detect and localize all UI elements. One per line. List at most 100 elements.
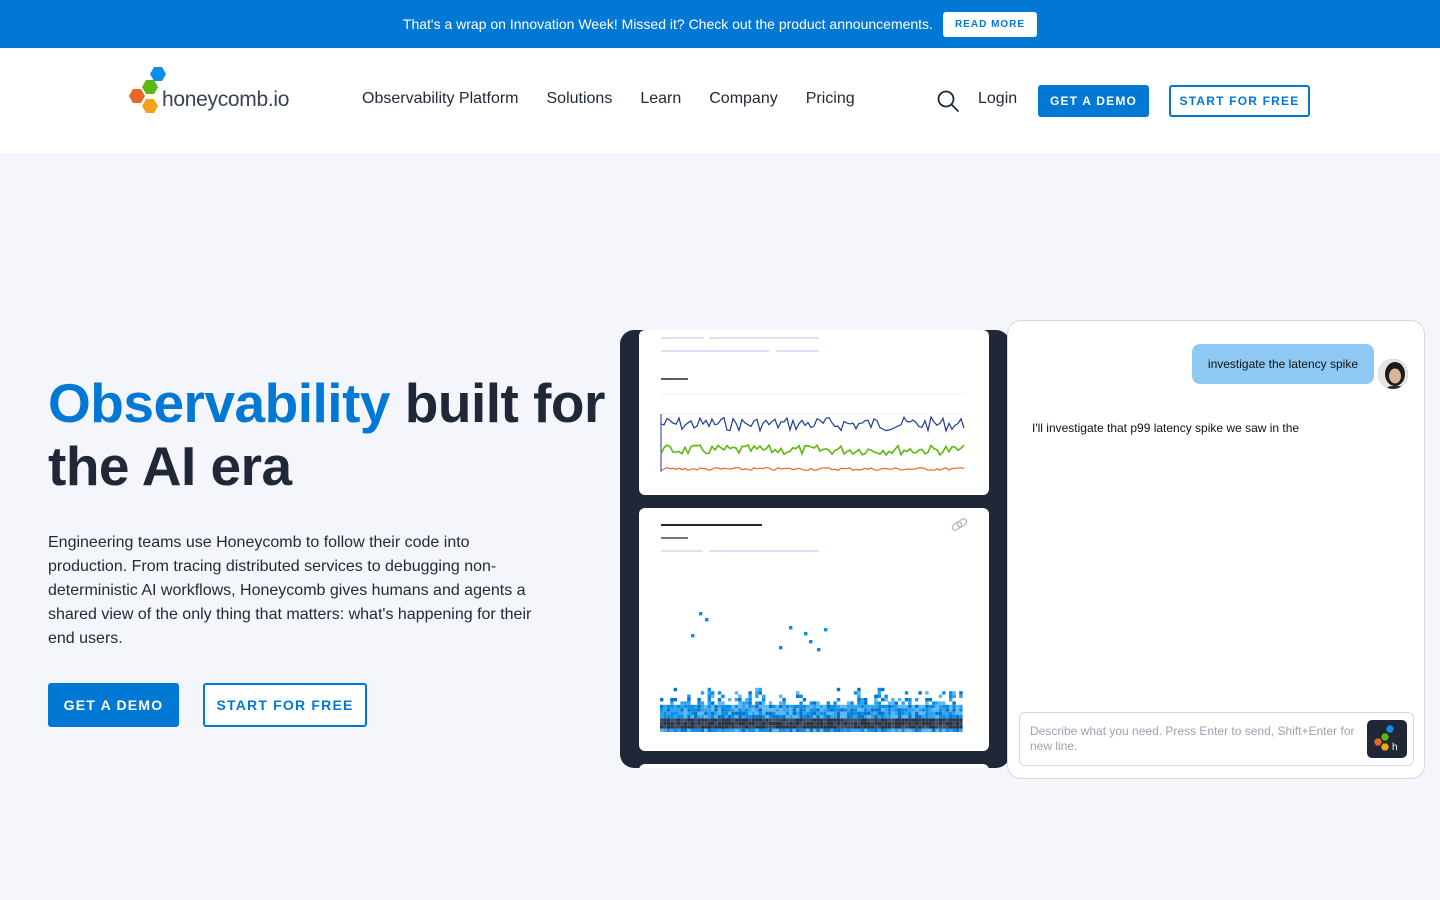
chat-input[interactable]: Describe what you need. Press Enter to s… (1019, 712, 1414, 766)
header-start-free-button[interactable]: START FOR FREE (1169, 85, 1310, 117)
heatmap-cell (925, 725, 929, 729)
heatmap-cell (877, 718, 881, 722)
heatmap-cell (666, 708, 671, 712)
heatmap-cell (663, 711, 667, 715)
heatmap-cell (925, 708, 929, 712)
heatmap-cell (796, 694, 800, 698)
heatmap-cell (751, 721, 756, 726)
heatmap-cell (830, 728, 834, 732)
nav-observability-platform[interactable]: Observability Platform (362, 90, 519, 108)
link-icon[interactable] (951, 518, 968, 532)
heatmap-cell (826, 718, 830, 722)
heatmap-cell (918, 728, 922, 732)
heatmap-cell (911, 721, 915, 726)
heatmap-cell (877, 708, 881, 712)
heatmap-cell (728, 725, 732, 729)
heatmap-cell (802, 711, 807, 715)
heatmap-cell (700, 708, 705, 712)
nav-company[interactable]: Company (709, 90, 777, 108)
heatmap-cell (670, 698, 674, 702)
heatmap-cell (867, 715, 871, 719)
heatmap-cell (751, 708, 756, 712)
heatmap-cell (704, 718, 708, 722)
heatmap-cell (694, 711, 698, 715)
heatmap-cell (762, 721, 766, 726)
heatmap-cell (881, 698, 885, 702)
honeycomb-logo[interactable]: honeycomb.io (128, 64, 308, 118)
heatmap-cell (734, 718, 739, 722)
heatmap-cell (915, 715, 919, 719)
heatmap-cell (901, 715, 905, 719)
search-icon[interactable] (936, 89, 960, 113)
heatmap-cell (680, 728, 684, 732)
heatmap-cell (938, 711, 943, 715)
heatmap-cell (721, 708, 725, 712)
heatmap-cell (840, 708, 844, 712)
nav-solutions[interactable]: Solutions (547, 90, 613, 108)
heatmap-cell (745, 708, 749, 712)
heatmap-cell (921, 711, 926, 715)
heatmap-cell (881, 715, 885, 719)
heatmap-cell (700, 715, 705, 719)
heatmap-cell (782, 721, 786, 726)
heatmap-cell (802, 725, 807, 729)
heatmap-cell (666, 715, 671, 719)
nav-pricing[interactable]: Pricing (806, 90, 855, 108)
heatmap-cell (758, 704, 762, 709)
heatmap-cell (938, 694, 943, 698)
heatmap-cell (949, 711, 953, 715)
heatmap-cell (806, 725, 810, 729)
heatmap-cell (959, 728, 963, 732)
hero-start-free-button[interactable]: START FOR FREE (203, 683, 367, 727)
heatmap-cell (707, 711, 711, 715)
heatmap-cell (660, 728, 664, 732)
ai-chat-panel: investigate the latency spike I'll inves… (1007, 320, 1425, 779)
heatmap-cell (860, 721, 864, 726)
series-line-blue (660, 415, 965, 433)
heatmap-cell (765, 704, 769, 709)
heatmap-cell (690, 715, 694, 719)
heatmap-cell (864, 718, 868, 722)
heatmap-cell (738, 715, 742, 719)
heatmap-cell (741, 715, 745, 719)
heatmap-cell (847, 704, 851, 709)
hero-title-accent: Observability (48, 372, 390, 434)
heatmap-cell (853, 711, 858, 715)
heatmap-cell (779, 708, 783, 712)
heatmap-cell (928, 715, 932, 719)
heatmap-cell (772, 704, 776, 709)
send-button[interactable]: h (1367, 720, 1407, 758)
read-more-button[interactable]: READ MORE (942, 11, 1038, 37)
heatmap-cell (921, 715, 926, 719)
nav-learn[interactable]: Learn (640, 90, 681, 108)
heatmap-cell (789, 718, 793, 722)
user-avatar (1376, 357, 1410, 391)
heatmap-cell (864, 725, 868, 729)
heatmap-cell (762, 711, 766, 715)
heatmap-cell (785, 708, 790, 712)
login-link[interactable]: Login (978, 90, 1017, 108)
heatmap-cell (789, 711, 793, 715)
heatmap-cell (792, 711, 796, 715)
heatmap-cell (683, 718, 688, 722)
heatmap-cell (799, 711, 803, 715)
heatmap-cell (789, 715, 793, 719)
heatmap-cell (728, 721, 732, 726)
heatmap-cell (816, 728, 820, 732)
heatmap-cell (738, 725, 742, 729)
heatmap-cell (823, 718, 827, 722)
heatmap-cell (857, 725, 861, 729)
heatmap-cell (857, 728, 861, 732)
heatmap-cell (758, 687, 762, 692)
heatmap-cell (724, 721, 728, 726)
heatmap-cell (847, 715, 851, 719)
heatmap-cell (670, 701, 674, 705)
header-get-demo-button[interactable]: GET A DEMO (1038, 85, 1149, 117)
heatmap-cell (765, 728, 769, 732)
heatmap-cell (748, 725, 752, 729)
heatmap-cell (938, 728, 943, 732)
hero-get-demo-button[interactable]: GET A DEMO (48, 683, 179, 727)
dashboard-preview (620, 330, 1010, 768)
heatmap-cell (945, 708, 949, 712)
heatmap-cell (717, 701, 722, 705)
